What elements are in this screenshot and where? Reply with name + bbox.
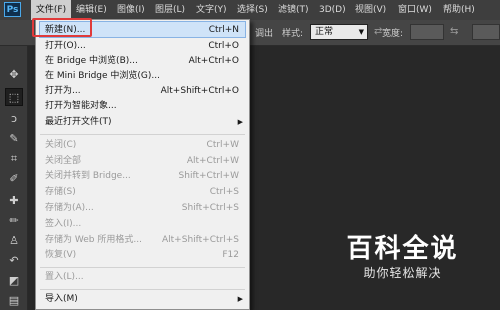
menu-item-revert[interactable]: 恢复(V) F12 <box>36 247 249 263</box>
menu-item-label: 最近打开文件(T) <box>45 117 112 127</box>
watermark-title: 百科全说 <box>346 234 459 264</box>
menu-item-close-go-bridge[interactable]: 关闭并转到 Bridge... Shift+Ctrl+W <box>36 168 249 184</box>
menu-edit[interactable]: 编辑(E) <box>76 0 107 20</box>
menu-item-save-as[interactable]: 存储为(A)... Shift+Ctrl+S <box>36 200 249 216</box>
menu-item-shortcut: Alt+Shift+Ctrl+O <box>160 86 239 96</box>
menu-item-browse-mini-bridge[interactable]: 在 Mini Bridge 中浏览(G)... <box>36 68 249 84</box>
menu-file[interactable]: 文件(F) <box>31 0 71 20</box>
menu-item-open-smart-object[interactable]: 打开为智能对象... <box>36 98 249 114</box>
menu-select[interactable]: 选择(S) <box>237 0 268 20</box>
menu-layer[interactable]: 图层(L) <box>155 0 185 20</box>
file-menu-dropdown: 新建(N)... Ctrl+N 打开(O)... Ctrl+O 在 Bridge… <box>35 19 250 310</box>
menu-item-label: 恢复(V) <box>45 250 77 260</box>
style-label: 样式: <box>282 29 304 39</box>
menu-item-label: 关闭(C) <box>45 140 77 150</box>
menu-filter[interactable]: 滤镜(T) <box>278 0 309 20</box>
menu-item-shortcut: Ctrl+W <box>206 140 239 150</box>
menu-item-shortcut: F12 <box>222 250 239 260</box>
menu-item-save[interactable]: 存储(S) Ctrl+S <box>36 184 249 200</box>
menu-help[interactable]: 帮助(H) <box>443 0 475 20</box>
partial-label: 调出 <box>255 29 274 39</box>
menu-item-recent-files[interactable]: 最近打开文件(T) ▶ <box>36 114 249 130</box>
menu-item-label: 存储为 Web 所用格式... <box>45 235 142 245</box>
lasso-tool-icon[interactable]: ↄ <box>5 110 23 128</box>
menu-item-open-as[interactable]: 打开为... Alt+Shift+Ctrl+O <box>36 83 249 99</box>
menu-item-import[interactable]: 导入(M) ▶ <box>36 291 249 307</box>
menu-separator <box>40 289 245 290</box>
menu-separator <box>40 267 245 268</box>
menu-item-close-all[interactable]: 关闭全部 Alt+Ctrl+W <box>36 153 249 169</box>
marquee-tool-icon[interactable]: ⬚ <box>5 88 23 106</box>
submenu-arrow-icon: ▶ <box>237 295 243 303</box>
watermark-subtitle: 助你轻松解决 <box>363 266 442 280</box>
watermark: 百科全说 助你轻松解决 <box>340 228 465 284</box>
menu-item-label: 在 Mini Bridge 中浏览(G)... <box>45 71 160 81</box>
menu-item-open[interactable]: 打开(O)... Ctrl+O <box>36 38 249 54</box>
photoshop-logo: Ps <box>4 2 21 17</box>
menu-item-label: 存储(S) <box>45 187 76 197</box>
menu-item-place[interactable]: 置入(L)... <box>36 269 249 285</box>
chevron-down-icon: ▼ <box>358 28 364 36</box>
menu-item-shortcut: Alt+Ctrl+O <box>188 56 239 66</box>
menu-item-label: 签入(I)... <box>45 219 82 229</box>
menu-item-label: 置入(L)... <box>45 272 84 282</box>
clone-stamp-tool-icon[interactable]: ♙ <box>5 232 23 250</box>
tools-panel: ✥ ⬚ ↄ ✎ ⌗ ✐ ✚ ✏ ♙ ↶ ◩ ▤ <box>0 46 28 310</box>
width-input[interactable] <box>410 24 444 40</box>
menu-item-shortcut: Shift+Ctrl+S <box>181 203 239 213</box>
menu-item-label: 导入(M) <box>45 294 78 304</box>
menu-item-close[interactable]: 关闭(C) Ctrl+W <box>36 137 249 153</box>
menu-item-shortcut: Alt+Ctrl+W <box>186 156 239 166</box>
eyedropper-tool-icon[interactable]: ✐ <box>5 170 23 188</box>
menu-item-shortcut: Alt+Shift+Ctrl+S <box>162 235 239 245</box>
healing-brush-tool-icon[interactable]: ✚ <box>5 192 23 210</box>
quick-select-tool-icon[interactable]: ✎ <box>5 130 23 148</box>
width-label: 宽度: <box>382 29 404 39</box>
menu-item-label: 存储为(A)... <box>45 203 94 213</box>
menu-type[interactable]: 文字(Y) <box>196 0 227 20</box>
move-tool-icon[interactable]: ✥ <box>5 66 23 84</box>
menu-item-browse-bridge[interactable]: 在 Bridge 中浏览(B)... Alt+Ctrl+O <box>36 53 249 69</box>
eraser-tool-icon[interactable]: ◩ <box>5 272 23 290</box>
menu-3d[interactable]: 3D(D) <box>319 0 346 20</box>
menu-item-label: 在 Bridge 中浏览(B)... <box>45 56 138 66</box>
menu-item-save-for-web[interactable]: 存储为 Web 所用格式... Alt+Shift+Ctrl+S <box>36 232 249 248</box>
menu-item-shortcut: Ctrl+O <box>208 41 239 51</box>
menu-item-label: 打开(O)... <box>45 41 86 51</box>
style-select[interactable]: 正常 ▼ <box>310 24 368 40</box>
swap-dimensions-icon[interactable]: ⇆ <box>450 26 458 37</box>
menu-separator <box>40 134 245 135</box>
height-input[interactable] <box>472 24 500 40</box>
history-brush-tool-icon[interactable]: ↶ <box>5 252 23 270</box>
menu-bar: Ps 文件(F) 编辑(E) 图像(I) 图层(L) 文字(Y) 选择(S) 滤… <box>0 0 500 20</box>
crop-tool-icon[interactable]: ⌗ <box>5 150 23 168</box>
menu-item-label: 关闭并转到 Bridge... <box>45 171 131 181</box>
annotation-highlight-box <box>32 18 92 37</box>
menu-image[interactable]: 图像(I) <box>117 0 145 20</box>
menu-item-label: 关闭全部 <box>45 156 82 166</box>
menu-item-check-in[interactable]: 签入(I)... <box>36 216 249 232</box>
menu-window[interactable]: 窗口(W) <box>398 0 432 20</box>
menu-view[interactable]: 视图(V) <box>355 0 386 20</box>
menu-item-shortcut: Ctrl+S <box>209 187 239 197</box>
brush-tool-icon[interactable]: ✏ <box>5 212 23 230</box>
gradient-tool-icon[interactable]: ▤ <box>5 292 23 310</box>
menu-item-shortcut: Shift+Ctrl+W <box>178 171 239 181</box>
submenu-arrow-icon: ▶ <box>237 118 243 126</box>
menu-item-label: 打开为... <box>45 86 81 96</box>
style-select-value: 正常 <box>315 27 334 37</box>
menu-item-label: 打开为智能对象... <box>45 101 117 111</box>
menu-item-shortcut: Ctrl+N <box>208 25 239 35</box>
